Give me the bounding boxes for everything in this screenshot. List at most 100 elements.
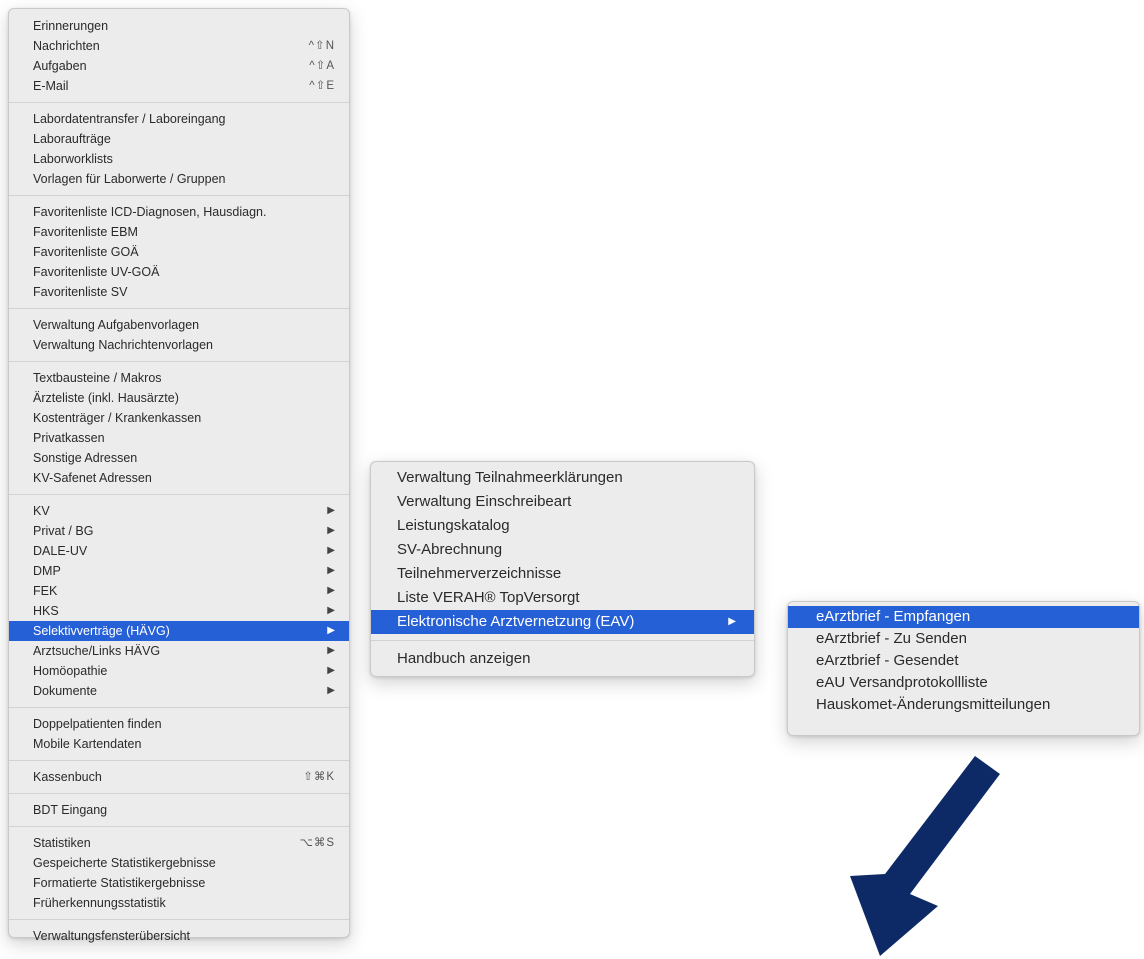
menu-item-label: FEK [33,584,58,598]
menu-separator [9,919,349,920]
menu-item-verwaltung-aufgabenvorlagen[interactable]: Verwaltung Aufgabenvorlagen [9,315,349,335]
menu-item-homoeopathie[interactable]: Homöopathie ▶ [9,661,349,681]
menu-item-favoritenliste-ebm[interactable]: Favoritenliste EBM [9,222,349,242]
menu-item-favoritenliste-icd-diagnosen-hausdiagn[interactable]: Favoritenliste ICD-Diagnosen, Hausdiagn. [9,202,349,222]
menu-item-hauskomet-aenderungsmitteilungen[interactable]: Hauskomet-Änderungsmitteilungen [788,694,1139,716]
menu-item-label: Arztsuche/Links HÄVG [33,644,161,658]
menu-separator [9,494,349,495]
menu-item-label: KV [33,504,50,518]
arrow-down-left-icon [850,756,1000,956]
menu-item-aerzteliste-inkl-hausaerzte[interactable]: Ärzteliste (inkl. Hausärzte) [9,388,349,408]
menu-item-formatierte-statistikergebnisse[interactable]: Formatierte Statistikergebnisse [9,873,349,893]
menu-item-doppelpatienten-finden[interactable]: Doppelpatienten finden [9,714,349,734]
menu-item-label: KV-Safenet Adressen [33,471,152,485]
menu-separator [9,707,349,708]
menu-item-favoritenliste-sv[interactable]: Favoritenliste SV [9,282,349,302]
menu-item-kv-safenet-adressen[interactable]: KV-Safenet Adressen [9,468,349,488]
menu-item-label: Favoritenliste SV [33,285,128,299]
menu-item-elektronische-arztvernetzung-eav[interactable]: Elektronische Arztvernetzung (EAV) ▶ [371,610,754,634]
menu-item-dmp[interactable]: DMP ▶ [9,561,349,581]
menu-item-arztsuche-links-haevg[interactable]: Arztsuche/Links HÄVG ▶ [9,641,349,661]
menu-item-label: BDT Eingang [33,803,108,817]
menu-item-handbuch-anzeigen[interactable]: Handbuch anzeigen [371,647,754,671]
menu-item-statistiken[interactable]: Statistiken ⌥⌘S [9,833,349,853]
menu-item-privat-bg[interactable]: Privat / BG ▶ [9,521,349,541]
menu-item-kostentraeger-krankenkassen[interactable]: Kostenträger / Krankenkassen [9,408,349,428]
menu-item-liste-verah-topversorgt[interactable]: Liste VERAH® TopVersorgt [371,586,754,610]
menu-item-label: Verwaltung Aufgabenvorlagen [33,318,200,332]
menu-item-label: Privat / BG [33,524,94,538]
menu-item-label: DMP [33,564,61,578]
menu-item-nachrichten[interactable]: Nachrichten ^⇧N [9,36,349,56]
keyboard-shortcut: ⌥⌘S [299,837,335,849]
menu-item-label: Vorlagen für Laborwerte / Gruppen [33,172,226,186]
menu-item-earztbrief-zu-senden[interactable]: eArztbrief - Zu Senden [788,628,1139,650]
menu-item-laborauftraege[interactable]: Laboraufträge [9,129,349,149]
menu-item-label: E-Mail [33,79,69,93]
menu-item-laborworklists[interactable]: Laborworklists [9,149,349,169]
menu-item-sv-abrechnung[interactable]: SV-Abrechnung [371,538,754,562]
menu-item-favoritenliste-uv-goae[interactable]: Favoritenliste UV-GOÄ [9,262,349,282]
menu-item-vorlagen-fuer-laborwerte-gruppen[interactable]: Vorlagen für Laborwerte / Gruppen [9,169,349,189]
menu-item-e-mail[interactable]: E-Mail ^⇧E [9,76,349,96]
menu-item-label: Aufgaben [33,59,87,73]
menu-item-fek[interactable]: FEK ▶ [9,581,349,601]
menu-item-labordatentransfer-laboreingang[interactable]: Labordatentransfer / Laboreingang [9,109,349,129]
submenu-arrow-icon: ▶ [327,545,335,556]
menu-item-label: Labordatentransfer / Laboreingang [33,112,226,126]
menu-item-kassenbuch[interactable]: Kassenbuch ⇧⌘K [9,767,349,787]
menu-item-leistungskatalog[interactable]: Leistungskatalog [371,514,754,538]
menu-item-mobile-kartendaten[interactable]: Mobile Kartendaten [9,734,349,754]
menu-item-label: eAU Versandprotokollliste [816,674,988,691]
menu-item-verwaltungsfensteruebersicht[interactable]: Verwaltungsfensterübersicht [9,926,349,946]
menu-separator [9,308,349,309]
menu-item-label: Liste VERAH® TopVersorgt [397,589,580,606]
menu-item-hks[interactable]: HKS ▶ [9,601,349,621]
menu-item-favoritenliste-goae[interactable]: Favoritenliste GOÄ [9,242,349,262]
menu-item-label: Früherkennungsstatistik [33,896,166,910]
menu-item-label: Elektronische Arztvernetzung (EAV) [397,613,635,630]
menu-separator [9,361,349,362]
keyboard-shortcut: ^⇧N [308,40,335,52]
menu-item-sonstige-adressen[interactable]: Sonstige Adressen [9,448,349,468]
menu-item-bdt-eingang[interactable]: BDT Eingang [9,800,349,820]
menu-item-privatkassen[interactable]: Privatkassen [9,428,349,448]
menu-item-verwaltung-nachrichtenvorlagen[interactable]: Verwaltung Nachrichtenvorlagen [9,335,349,355]
menu-item-teilnehmerverzeichnisse[interactable]: Teilnehmerverzeichnisse [371,562,754,586]
menu-item-label: eArztbrief - Zu Senden [816,630,967,647]
menu-separator [9,102,349,103]
menu-item-label: Leistungskatalog [397,517,510,534]
menu-item-frueherkennungsstatistik[interactable]: Früherkennungsstatistik [9,893,349,913]
menu-item-dokumente[interactable]: Dokumente ▶ [9,681,349,701]
menu-item-kv[interactable]: KV ▶ [9,501,349,521]
menu-item-label: Hauskomet-Änderungsmitteilungen [816,696,1051,713]
menu-item-label: Selektivverträge (HÄVG) [33,624,170,638]
submenu-arrow-icon: ▶ [728,616,736,627]
submenu-arrow-icon: ▶ [327,605,335,616]
submenu-arrow-icon: ▶ [327,585,335,596]
menu-item-label: Teilnehmerverzeichnisse [397,565,562,582]
menu-item-aufgaben[interactable]: Aufgaben ^⇧A [9,56,349,76]
menu-item-earztbrief-empfangen[interactable]: eArztbrief - Empfangen [788,606,1139,628]
menu-separator [371,640,754,641]
menu-item-label: Verwaltung Teilnahmeerklärungen [397,469,623,486]
menu-item-label: Erinnerungen [33,19,109,33]
menu-item-earztbrief-gesendet[interactable]: eArztbrief - Gesendet [788,650,1139,672]
menu-item-label: Favoritenliste EBM [33,225,138,239]
menu-item-label: Kassenbuch [33,770,102,784]
menu-item-erinnerungen[interactable]: Erinnerungen [9,16,349,36]
menu-item-textbausteine-makros[interactable]: Textbausteine / Makros [9,368,349,388]
menu-item-label: Favoritenliste GOÄ [33,245,139,259]
menu-item-dale-uv[interactable]: DALE-UV ▶ [9,541,349,561]
menu-item-selektivvertraege-haevg[interactable]: Selektivverträge (HÄVG) ▶ [9,621,349,641]
menu-item-label: eArztbrief - Gesendet [816,652,959,669]
menu-item-verwaltung-einschreibeart[interactable]: Verwaltung Einschreibeart [371,490,754,514]
keyboard-shortcut: ^⇧A [309,60,335,72]
menu-item-gespeicherte-statistikergebnisse[interactable]: Gespeicherte Statistikergebnisse [9,853,349,873]
menu-item-label: Dokumente [33,684,97,698]
menu-separator [9,760,349,761]
menu-separator [9,826,349,827]
menu-item-label: Ärzteliste (inkl. Hausärzte) [33,391,179,405]
menu-item-verwaltung-teilnahmeerklaerungen[interactable]: Verwaltung Teilnahmeerklärungen [371,466,754,490]
menu-item-eau-versandprotokollliste[interactable]: eAU Versandprotokollliste [788,672,1139,694]
